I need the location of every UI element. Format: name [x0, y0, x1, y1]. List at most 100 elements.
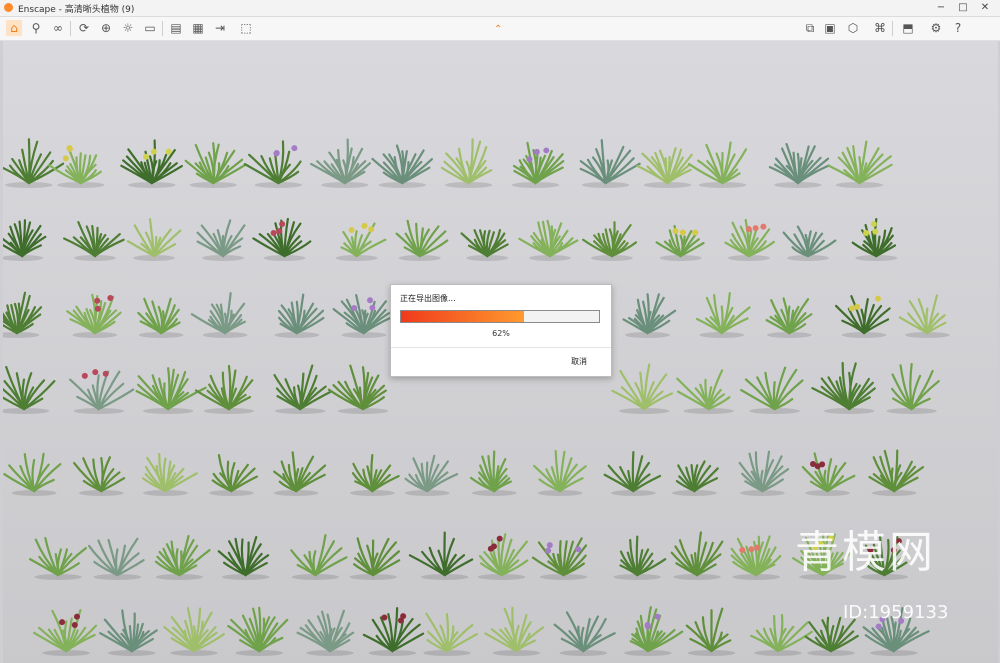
title-bar: Enscape - 高清晰头植物 (9) − □ ✕	[0, 0, 1000, 17]
flower	[754, 544, 761, 551]
collapse-toolbar-icon[interactable]: ⌃	[494, 24, 502, 35]
home-icon[interactable]: ⌂	[6, 20, 22, 36]
binoculars-icon[interactable]: ∞	[50, 20, 66, 36]
plant-clump	[613, 535, 667, 580]
flower	[875, 623, 882, 630]
map-icon[interactable]: ⧉	[802, 20, 818, 36]
flower	[351, 305, 358, 312]
flower	[73, 613, 80, 620]
plant-clump	[408, 531, 474, 580]
plant-clump	[469, 450, 517, 496]
flower	[810, 461, 817, 468]
plant-clump	[740, 366, 804, 414]
plant-clump	[243, 140, 303, 188]
flower	[546, 542, 553, 549]
flower	[92, 369, 99, 376]
plant-clump	[518, 219, 579, 261]
light-icon[interactable]: ☼	[120, 20, 136, 36]
video-icon[interactable]: ▤	[168, 20, 184, 36]
minimize-button[interactable]: −	[930, 0, 952, 16]
plant-clump	[327, 364, 389, 414]
plant-clump	[730, 535, 782, 580]
plant-clump	[738, 450, 790, 496]
plant-clump	[655, 224, 705, 261]
settings-icon[interactable]: ⚙	[928, 20, 944, 36]
flower	[672, 228, 679, 235]
plant-clump	[676, 369, 734, 414]
plant-clump	[362, 607, 425, 656]
watermark-id: ID:1959133	[843, 602, 949, 623]
plant-clump	[636, 147, 693, 188]
flower	[81, 372, 88, 379]
plant-clump	[208, 453, 258, 496]
plant-clump	[3, 365, 56, 414]
flower	[368, 226, 375, 233]
dialog-divider	[391, 347, 611, 348]
help-icon[interactable]: ?	[950, 20, 966, 36]
flower	[150, 148, 157, 155]
material-icon[interactable]: ⬒	[900, 20, 916, 36]
plant-clump	[765, 297, 813, 338]
flower	[533, 148, 540, 155]
cube-icon[interactable]: ⬡	[845, 20, 861, 36]
plant-clump	[273, 451, 327, 496]
dialog-title: 正在导出图像...	[400, 294, 456, 303]
plant-clump	[332, 294, 392, 338]
flower	[748, 546, 755, 553]
plant-clump	[624, 606, 684, 656]
plant-clump	[768, 142, 830, 188]
flower	[367, 297, 374, 304]
sync-icon[interactable]: ⟳	[76, 20, 92, 36]
plant-clump	[3, 219, 47, 261]
plant-clump	[296, 609, 355, 656]
flower	[752, 225, 759, 232]
flower	[526, 156, 533, 163]
plant-clump	[533, 449, 587, 496]
plant-clump	[73, 456, 126, 496]
plant-clump	[851, 217, 898, 261]
plant-clump	[603, 451, 662, 496]
progress-fill	[401, 311, 524, 322]
flower	[102, 370, 109, 377]
flower	[848, 305, 855, 312]
close-button[interactable]: ✕	[974, 0, 996, 16]
plant-clump	[33, 608, 98, 656]
sync-views-icon[interactable]: ⊕	[98, 20, 114, 36]
flower	[543, 147, 550, 154]
plant-clump	[579, 139, 641, 188]
plant-clump	[868, 449, 925, 496]
batch-render-icon[interactable]: ▦	[190, 20, 206, 36]
plant-clump	[273, 364, 332, 414]
watermark-logo: 青模网	[795, 527, 936, 578]
plant-clump	[898, 294, 950, 338]
flower	[654, 613, 661, 620]
flower	[491, 543, 498, 550]
flower	[165, 148, 172, 155]
flower	[545, 547, 552, 554]
plant-clump	[3, 291, 43, 338]
export-icon[interactable]: ⇥	[212, 20, 228, 36]
flower	[279, 220, 286, 227]
toolbar-separator	[892, 21, 893, 36]
capture-icon[interactable]: ▭	[142, 20, 158, 36]
cancel-button[interactable]: 取消	[571, 356, 587, 367]
monitor-icon[interactable]: ▣	[822, 20, 838, 36]
maximize-button[interactable]: □	[952, 0, 974, 16]
flower	[273, 150, 280, 157]
plant-clump	[827, 140, 893, 188]
plant-clump	[404, 454, 459, 496]
flower	[870, 220, 877, 227]
plant-clump	[87, 537, 145, 580]
asset-library-icon[interactable]: ⌘	[872, 20, 888, 36]
web-export-icon[interactable]: ⬚	[238, 20, 254, 36]
progress-percent: 62%	[492, 329, 510, 338]
flower	[496, 535, 503, 542]
plant-clump	[724, 218, 775, 261]
plant-clump	[423, 612, 478, 656]
plant-clump	[63, 221, 125, 261]
walk-icon[interactable]: ⚲	[28, 20, 44, 36]
plant-clump	[531, 537, 588, 580]
plant-clump	[371, 144, 433, 188]
plant-clump	[622, 293, 677, 338]
flower	[71, 621, 78, 628]
